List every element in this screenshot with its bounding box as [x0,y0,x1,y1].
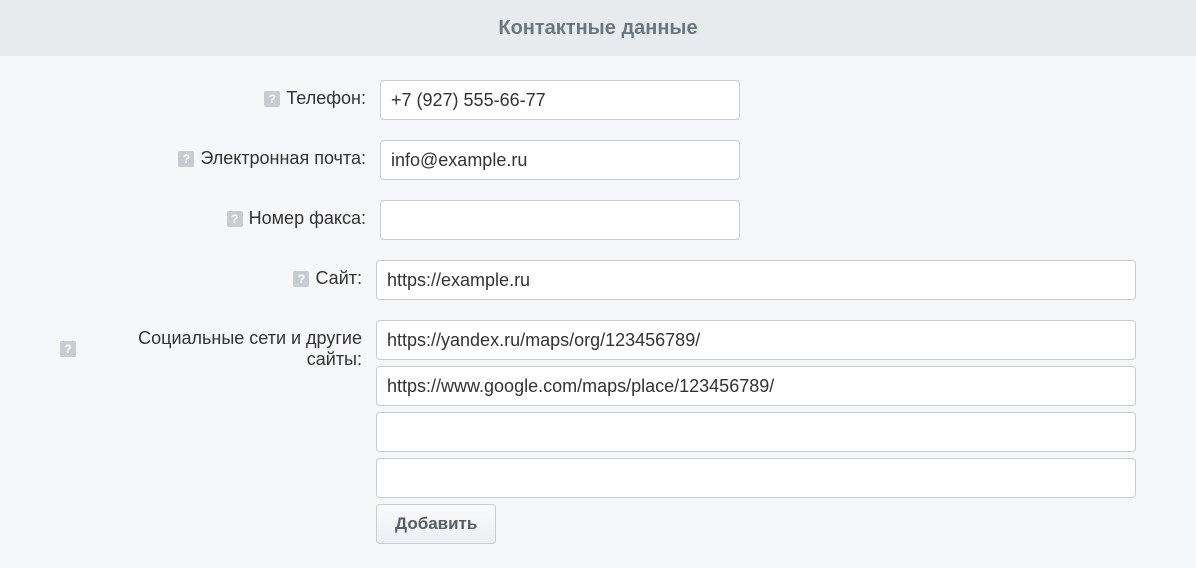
help-icon[interactable]: ? [227,211,243,227]
contact-form: ? Телефон: ? Электронная почта: ? Номер … [0,56,1196,568]
social-input-3[interactable] [376,458,1136,498]
help-icon[interactable]: ? [60,341,76,357]
fax-input[interactable] [380,200,740,240]
add-social-button[interactable]: Добавить [376,504,496,544]
help-icon[interactable]: ? [178,151,194,167]
site-input[interactable] [376,260,1136,300]
label-site-text: Сайт: [315,268,362,289]
social-input-2[interactable] [376,412,1136,452]
label-social: ? Социальные сети и другие сайты: [60,320,376,370]
phone-input[interactable] [380,80,740,120]
label-social-text: Социальные сети и другие сайты: [82,328,362,370]
label-fax: ? Номер факса: [60,200,380,229]
label-site: ? Сайт: [60,260,376,289]
label-email: ? Электронная почта: [60,140,380,169]
label-phone-text: Телефон: [286,88,366,109]
social-input-1[interactable] [376,366,1136,406]
help-icon[interactable]: ? [264,91,280,107]
panel-header: Контактные данные [0,0,1196,56]
email-input[interactable] [380,140,740,180]
row-site: ? Сайт: [60,260,1136,300]
help-icon[interactable]: ? [293,271,309,287]
label-email-text: Электронная почта: [200,148,366,169]
social-input-0[interactable] [376,320,1136,360]
panel-title: Контактные данные [498,17,697,39]
row-email: ? Электронная почта: [60,140,1136,180]
label-phone: ? Телефон: [60,80,380,109]
row-fax: ? Номер факса: [60,200,1136,240]
label-fax-text: Номер факса: [249,208,366,229]
row-social: ? Социальные сети и другие сайты: Добави… [60,320,1136,544]
row-phone: ? Телефон: [60,80,1136,120]
